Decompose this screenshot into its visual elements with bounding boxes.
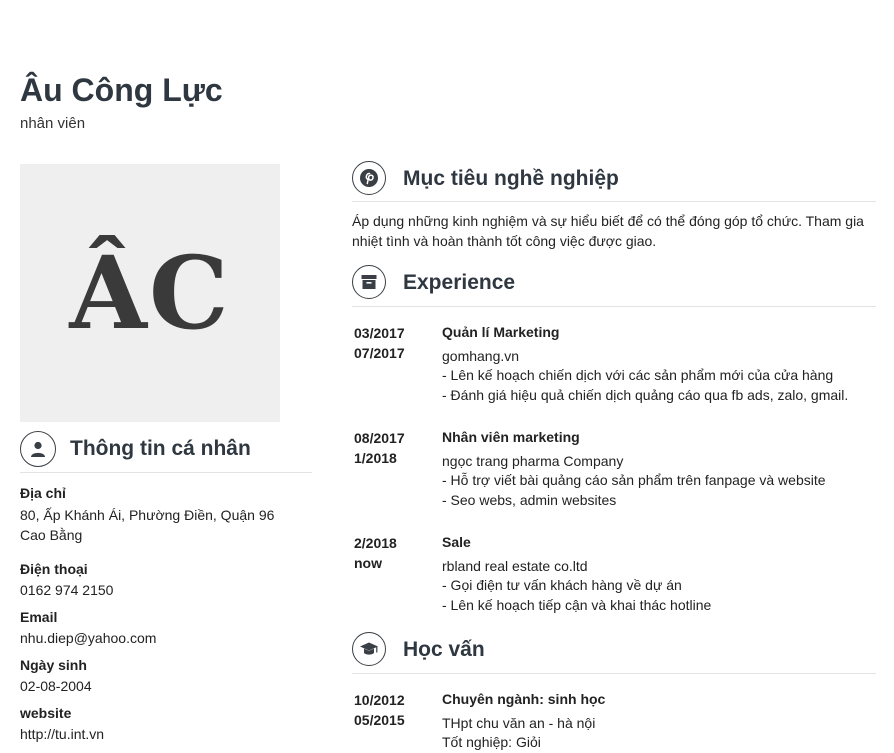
duty-line: - Hỗ trợ viết bài quảng cáo sản phẩm trê… <box>442 472 826 488</box>
archive-box-icon <box>352 265 386 299</box>
role-title: Quản lí Marketing <box>442 324 560 340</box>
experience-title: Experience <box>403 271 516 294</box>
school-name: THpt chu văn an - hà nội <box>442 714 596 731</box>
personal-info-title: Thông tin cá nhân <box>70 437 251 460</box>
phone-label: Điện thoại <box>20 561 88 577</box>
divider <box>352 306 876 307</box>
duty-line: - Lên kế hoạch chiến dịch với các sản ph… <box>442 367 834 383</box>
avatar-initials: ÂC <box>69 234 231 352</box>
duty-line: - Gọi điện tư vấn khách hàng về dự án <box>442 577 682 593</box>
end-date: 1/2018 <box>354 450 397 466</box>
company-name: ngọc trang pharma Company <box>442 452 624 469</box>
end-date: now <box>354 555 382 571</box>
divider <box>352 673 876 674</box>
start-date: 08/2017 <box>354 430 405 446</box>
start-date: 03/2017 <box>354 325 405 341</box>
end-date: 05/2015 <box>354 712 405 728</box>
company-name: gomhang.vn <box>442 347 520 364</box>
education-title: Học vấn <box>403 638 485 661</box>
email-label: Email <box>20 609 58 625</box>
avatar: ÂC <box>20 164 280 422</box>
objective-title: Mục tiêu nghề nghiệp <box>403 167 619 190</box>
duty-line: - Đánh giá hiệu quả chiến dịch quảng cáo… <box>442 386 849 403</box>
duty-line: - Seo webs, admin websites <box>442 491 617 508</box>
address-value: 80, Ấp Khánh Ái, Phường Điền, Quận 96 Ca… <box>20 507 275 543</box>
start-date: 10/2012 <box>354 692 405 708</box>
birthday-value: 02-08-2004 <box>20 678 92 694</box>
role-title: Sale <box>442 534 471 550</box>
candidate-name: Âu Công Lực <box>20 72 223 108</box>
website-value: http://tu.int.vn <box>20 726 105 742</box>
role-title: Nhân viên marketing <box>442 429 580 445</box>
email-value: nhu.diep@yahoo.com <box>20 630 157 646</box>
objective-text: Áp dụng những kinh nghiệm và sự hiểu biế… <box>352 213 864 249</box>
start-date: 2/2018 <box>354 535 397 551</box>
end-date: 07/2017 <box>354 345 405 361</box>
pinterest-icon <box>352 161 386 195</box>
address-label: Địa chỉ <box>20 485 66 501</box>
divider <box>20 472 312 473</box>
website-label: website <box>20 705 72 721</box>
divider <box>352 201 876 202</box>
graduation-cap-icon <box>352 632 386 666</box>
job-title: nhân viên <box>20 115 86 132</box>
birthday-label: Ngày sinh <box>20 657 87 673</box>
major-title: Chuyên ngành: sinh học <box>442 691 606 707</box>
user-icon <box>20 431 56 467</box>
company-name: rbland real estate co.ltd <box>442 557 588 574</box>
phone-value: 0162 974 2150 <box>20 582 114 598</box>
duty-line: - Lên kế hoạch tiếp cận và khai thác hot… <box>442 596 712 613</box>
